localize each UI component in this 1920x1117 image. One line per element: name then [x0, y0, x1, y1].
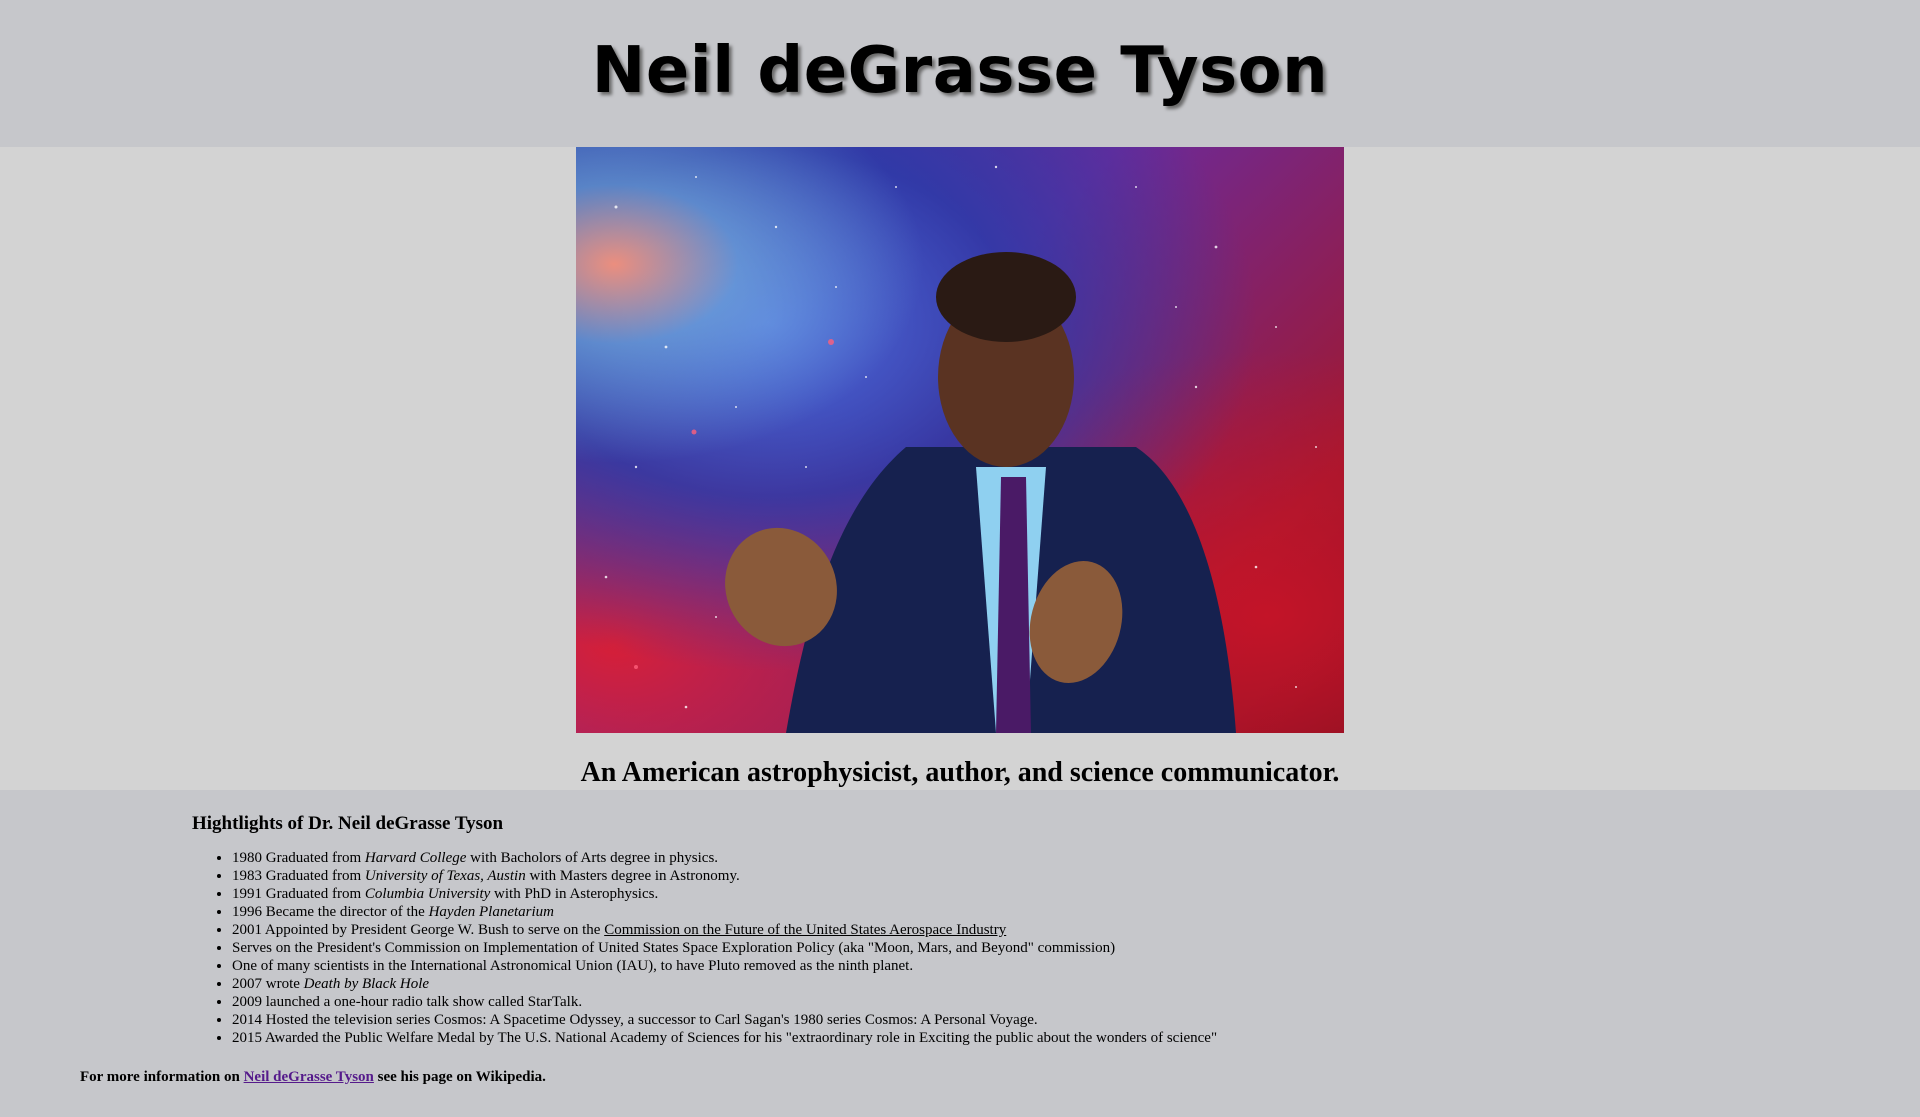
list-item: 2001 Appointed by President George W. Bu…: [232, 921, 1920, 939]
commission-link[interactable]: Commission on the Future of the United S…: [604, 922, 1006, 938]
list-item: 2009 launched a one-hour radio talk show…: [232, 993, 1920, 1011]
list-item: 1996 Became the director of the Hayden P…: [232, 903, 1920, 921]
list-item: 2007 wrote Death by Black Hole: [232, 975, 1920, 993]
page-title: Neil deGrasse Tyson: [591, 33, 1329, 108]
page-header: Neil deGrasse Tyson: [0, 0, 1920, 147]
list-item: 2015 Awarded the Public Welfare Medal by…: [232, 1029, 1920, 1047]
highlights-heading: Hightlights of Dr. Neil deGrasse Tyson: [192, 813, 504, 834]
list-item: 1980 Graduated from Harvard College with…: [232, 849, 1920, 867]
main-content: Hightlights of Dr. Neil deGrasse Tyson 1…: [0, 790, 1920, 1086]
hero-section: An American astrophysicist, author, and …: [0, 147, 1920, 790]
more-info: For more information on Neil deGrasse Ty…: [80, 1069, 546, 1085]
portrait-image: [576, 147, 1344, 733]
highlights-list: 1980 Graduated from Harvard College with…: [80, 849, 1920, 1047]
list-item: 1983 Graduated from University of Texas,…: [232, 867, 1920, 885]
list-item: Serves on the President's Commission on …: [232, 939, 1920, 957]
wikipedia-link[interactable]: Neil deGrasse Tyson: [244, 1069, 374, 1085]
list-item: One of many scientists in the Internatio…: [232, 957, 1920, 975]
galaxy-background: [604, 165, 1317, 733]
list-item: 1991 Graduated from Columbia University …: [232, 885, 1920, 903]
subtitle: An American astrophysicist, author, and …: [580, 757, 1340, 788]
list-item: 2014 Hosted the television series Cosmos…: [232, 1011, 1920, 1029]
